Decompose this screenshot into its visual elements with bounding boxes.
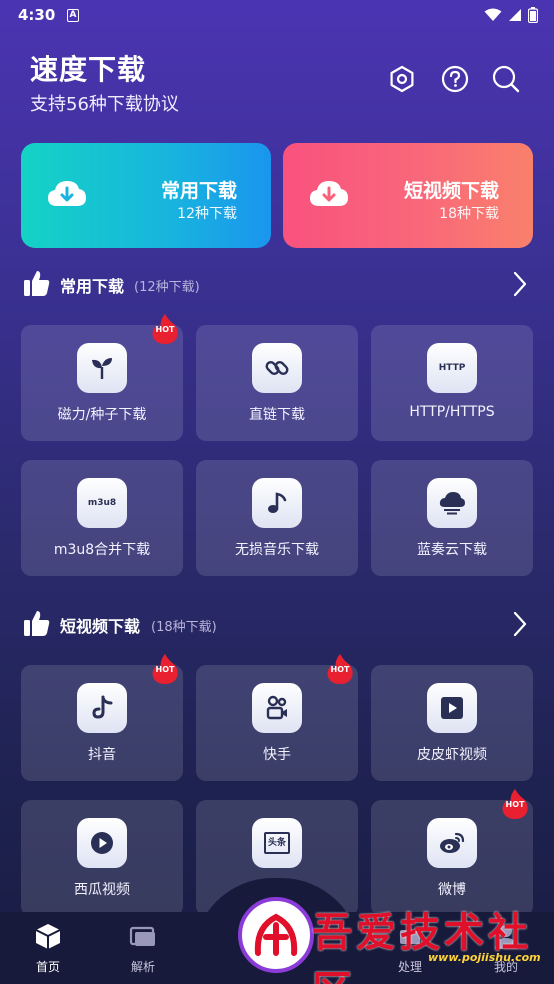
tile-label: 抖音 [88,747,116,763]
battery-icon [528,7,538,23]
tile-label: m3u8合并下载 [53,542,151,558]
status-time: 4:30 [18,6,56,24]
douyin-icon [77,683,127,733]
watermark-url: www.pojiishu.com [428,951,541,964]
cards-icon [129,926,155,946]
settings-icon[interactable] [387,64,417,94]
search-icon[interactable] [491,64,521,94]
tile-label: 微博 [438,882,466,898]
cloud-download-icon [48,181,86,206]
tile-pipixia[interactable]: 皮皮虾视频 [371,665,533,781]
section-title: 常用下载 [60,277,125,296]
thumbs-up-icon [24,611,50,636]
signal-icon [509,9,521,21]
section-count: (18种下载) [151,620,217,635]
play-square-icon [427,683,477,733]
hot-badge-label: HOT [505,800,525,809]
chevron-right-icon[interactable] [512,611,528,637]
toutiao-icon: 头条 [252,818,302,868]
tile-label: 西瓜视频 [74,882,130,898]
watermark-logo [238,897,314,973]
section-title: 短视频下载 [60,617,141,636]
hot-badge-label: HOT [155,665,175,674]
status-bar: 4:30 A [0,0,554,32]
tile-label: 无损音乐下载 [235,542,319,558]
nav-home[interactable]: 首页 [13,912,83,984]
hot-badge-label: HOT [330,665,350,674]
hot-badge: HOT [151,653,179,685]
wifi-icon [484,8,502,21]
box-icon [35,924,61,949]
tile-http[interactable]: HTTP HTTP/HTTPS [371,325,533,441]
tile-label: HTTP/HTTPS [409,404,495,420]
common-download-count: 12种下载 [177,206,237,222]
watermark-text: 吾爱技术社区 [312,909,532,984]
toutiao-icon-text: 头条 [264,832,290,854]
section-header-short-video[interactable]: 短视频下载 (18种下载) [24,607,532,641]
kuaishou-icon [252,683,302,733]
weibo-icon [427,818,477,868]
app-title: 速度下载 [30,53,147,86]
short-video-download-title: 短视频下载 [403,180,499,202]
http-icon: HTTP [427,343,477,393]
status-icons [484,7,538,23]
thumbs-up-icon [24,271,50,296]
hot-badge: HOT [151,313,179,345]
section-header-common[interactable]: 常用下载 (12种下载) [24,267,532,301]
common-download-title: 常用下载 [160,180,237,202]
nav-label: 解析 [130,960,155,974]
chevron-right-icon[interactable] [512,271,528,297]
http-icon-text: HTTP [438,363,466,373]
tile-label: 蓝奏云下载 [417,542,487,558]
music-note-icon [252,478,302,528]
short-video-download-card[interactable]: 短视频下载 18种下载 [283,143,533,248]
tile-lossless-music[interactable]: 无损音乐下载 [196,460,358,576]
section-count: (12种下载) [134,280,200,295]
tile-label: 磁力/种子下载 [57,407,147,423]
cloud-icon [427,478,477,528]
link-icon [252,343,302,393]
tile-m3u8[interactable]: m3u8 m3u8合并下载 [21,460,183,576]
tile-direct-link[interactable]: 直链下载 [196,325,358,441]
hot-badge: HOT [501,788,529,820]
hot-badge: HOT [326,653,354,685]
tile-label: 皮皮虾视频 [417,747,487,763]
cloud-download-icon [310,181,348,206]
play-circle-icon [77,818,127,868]
m3u8-icon-text: m3u8 [87,498,117,508]
tile-xigua[interactable]: 西瓜视频 [21,800,183,916]
notification-icon: A [67,9,79,22]
tile-label: 直链下载 [249,407,305,423]
nav-parse[interactable]: 解析 [108,912,178,984]
common-download-card[interactable]: 常用下载 12种下载 [21,143,271,248]
help-icon[interactable] [440,64,470,94]
short-video-download-count: 18种下载 [439,206,499,222]
m3u8-icon: m3u8 [77,478,127,528]
hot-badge-label: HOT [155,325,175,334]
tile-label: 快手 [263,747,291,763]
app-subtitle: 支持56种下载协议 [30,94,179,115]
nav-label: 首页 [35,960,60,974]
tile-lanzou-cloud[interactable]: 蓝奏云下载 [371,460,533,576]
sprout-icon [77,343,127,393]
